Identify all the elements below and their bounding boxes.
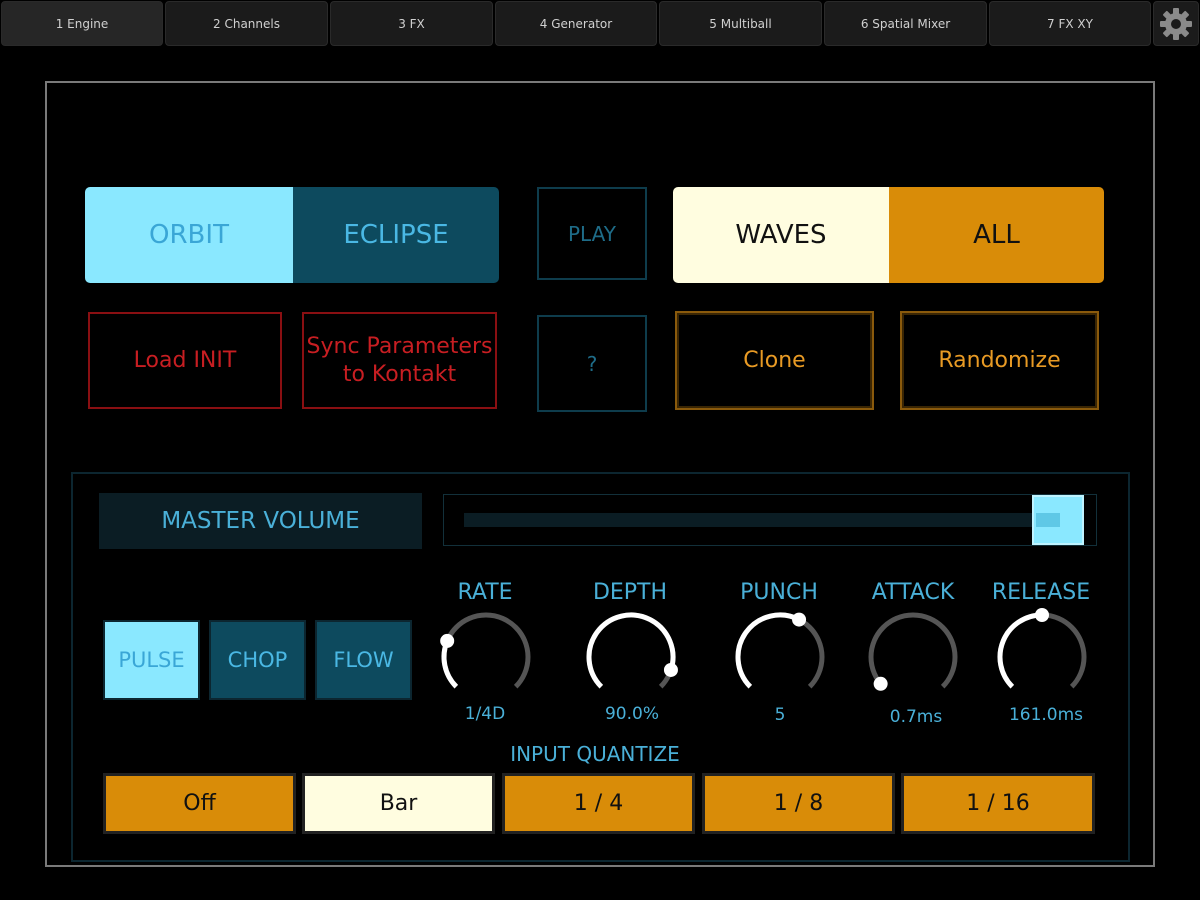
orbit-button[interactable]: ORBIT	[85, 187, 293, 283]
knob-value-depth: 90.0%	[604, 704, 659, 724]
tab-channels[interactable]: 2 Channels	[165, 1, 328, 46]
tab-spatial-mixer[interactable]: 6 Spatial Mixer	[824, 1, 987, 46]
knob-depth[interactable]	[578, 605, 684, 705]
knob-track	[441, 612, 531, 689]
knob-value-rate: 1/4D	[464, 704, 506, 724]
gear-icon	[1160, 7, 1192, 40]
mode-pulse-button[interactable]: PULSE	[103, 620, 200, 700]
quantize-eighth-button[interactable]: 1 / 8	[702, 773, 895, 834]
play-button[interactable]: PLAY	[537, 187, 647, 280]
knob-handle[interactable]	[792, 612, 807, 627]
all-button[interactable]: ALL	[889, 187, 1104, 283]
knob-rate[interactable]	[433, 605, 539, 705]
knob-handle[interactable]	[873, 676, 888, 691]
waves-button[interactable]: WAVES	[673, 187, 889, 283]
input-quantize-label: INPUT QUANTIZE	[510, 742, 680, 766]
sync-parameters-button[interactable]: Sync Parameters to Kontakt	[302, 312, 497, 409]
tab-multiball[interactable]: 5 Multiball	[659, 1, 822, 46]
quantize-off-button[interactable]: Off	[103, 773, 296, 834]
tab-engine[interactable]: 1 Engine	[1, 1, 163, 46]
knob-value-attack: 0.7ms	[889, 707, 943, 727]
knob-handle[interactable]	[663, 662, 678, 677]
randomize-button[interactable]: Randomize	[900, 311, 1099, 410]
quantize-bar-button[interactable]: Bar	[302, 773, 495, 834]
knob-release[interactable]	[989, 605, 1095, 705]
master-volume-slider[interactable]	[443, 494, 1097, 546]
slider-track	[464, 513, 1059, 527]
knob-label-rate: RATE	[457, 580, 513, 605]
knob-handle[interactable]	[440, 633, 455, 648]
knob-track	[868, 612, 958, 689]
sync-label-line2: to Kontakt	[342, 361, 457, 387]
knob-label-punch: PUNCH	[740, 580, 818, 605]
tab-generator[interactable]: 4 Generator	[495, 1, 657, 46]
knob-label-attack: ATTACK	[871, 580, 955, 605]
knob-value-punch: 5	[774, 705, 786, 725]
mode-flow-button[interactable]: FLOW	[315, 620, 412, 700]
help-button[interactable]: ?	[537, 315, 647, 412]
knob-value-arc	[586, 612, 676, 689]
quantize-quarter-button[interactable]: 1 / 4	[502, 773, 695, 834]
knob-value-arc	[997, 612, 1043, 689]
tab-bar: 1 Engine 2 Channels 3 FX 4 Generator 5 M…	[0, 0, 1200, 48]
settings-button[interactable]	[1153, 1, 1199, 46]
knob-value-arc	[735, 612, 801, 689]
slider-handle[interactable]	[1032, 495, 1084, 545]
clone-button[interactable]: Clone	[675, 311, 874, 410]
tab-fx[interactable]: 3 FX	[330, 1, 493, 46]
knob-value-release: 161.0ms	[1008, 705, 1084, 725]
mode-chop-button[interactable]: CHOP	[209, 620, 306, 700]
quantize-sixteenth-button[interactable]: 1 / 16	[901, 773, 1095, 834]
knob-punch[interactable]	[727, 605, 833, 705]
knob-label-release: RELEASE	[991, 580, 1091, 605]
knob-label-depth: DEPTH	[592, 580, 668, 605]
knob-handle[interactable]	[1035, 608, 1049, 622]
eclipse-button[interactable]: ECLIPSE	[293, 187, 499, 283]
master-volume-label: MASTER VOLUME	[99, 493, 422, 549]
load-init-button[interactable]: Load INIT	[88, 312, 282, 409]
knob-attack[interactable]	[860, 605, 966, 705]
tab-fx-xy[interactable]: 7 FX XY	[989, 1, 1151, 46]
sync-label-line1: Sync Parameters	[306, 333, 493, 359]
